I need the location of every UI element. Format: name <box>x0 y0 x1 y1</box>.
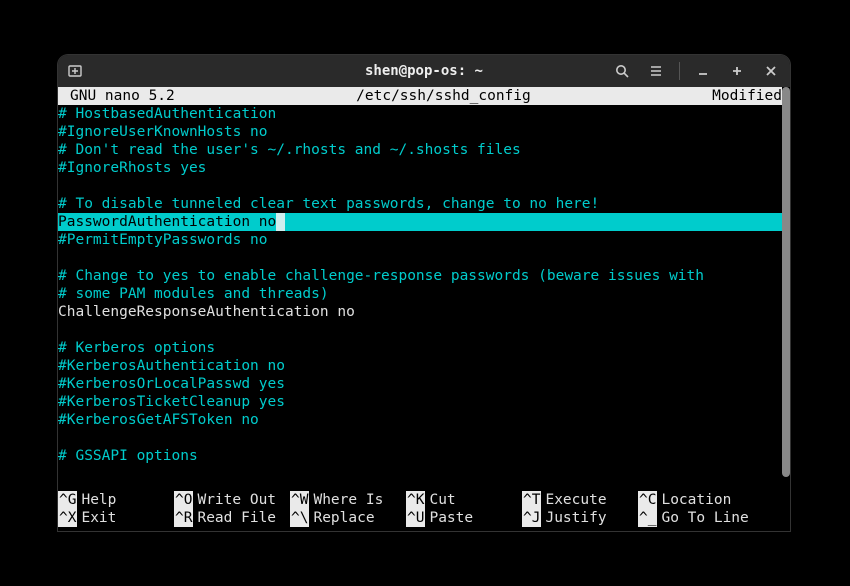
scrollbar[interactable] <box>782 87 790 531</box>
help-item-cut: ^KCut <box>406 491 522 509</box>
terminal-area[interactable]: GNU nano 5.2 /etc/ssh/sshd_config Modifi… <box>58 87 790 531</box>
nano-statusbar: GNU nano 5.2 /etc/ssh/sshd_config Modifi… <box>58 87 790 105</box>
window-title: shen@pop-os: ~ <box>58 63 790 79</box>
help-item-readfile: ^RRead File <box>174 509 290 527</box>
scroll-thumb[interactable] <box>782 87 790 477</box>
help-item-justify: ^JJustify <box>522 509 638 527</box>
code-line: # Don't read the user's ~/.rhosts and ~/… <box>58 141 790 159</box>
blank-line <box>58 321 790 339</box>
code-line: #KerberosAuthentication no <box>58 357 790 375</box>
code-line: #KerberosGetAFSToken no <box>58 411 790 429</box>
help-item-replace: ^\Replace <box>290 509 406 527</box>
terminal-window: shen@pop-os: ~ GNU nano 5.2 /etc/ssh/ssh… <box>58 55 790 531</box>
code-line: #IgnoreUserKnownHosts no <box>58 123 790 141</box>
blank-line <box>58 177 790 195</box>
cursor <box>276 213 285 231</box>
editor-content[interactable]: # HostbasedAuthentication #IgnoreUserKno… <box>58 105 790 465</box>
help-item-whereis: ^WWhere Is <box>290 491 406 509</box>
highlighted-line: PasswordAuthentication no <box>58 213 790 231</box>
highlight-fill <box>285 213 790 231</box>
code-line: # Kerberos options <box>58 339 790 357</box>
nano-modified-status: Modified <box>712 87 786 105</box>
code-line: # GSSAPI options <box>58 447 790 465</box>
code-line: # HostbasedAuthentication <box>58 105 790 123</box>
help-item-exit: ^XExit <box>58 509 174 527</box>
code-line: #PermitEmptyPasswords no <box>58 231 790 249</box>
help-item-writeout: ^OWrite Out <box>174 491 290 509</box>
help-item-paste: ^UPaste <box>406 509 522 527</box>
highlighted-text: PasswordAuthentication no <box>58 213 276 231</box>
nano-app-name: GNU nano 5.2 <box>62 87 175 105</box>
code-line: ChallengeResponseAuthentication no <box>58 303 790 321</box>
nano-helpbar: ^GHelp ^OWrite Out ^WWhere Is ^KCut ^TEx… <box>58 491 778 531</box>
code-line: # To disable tunneled clear text passwor… <box>58 195 790 213</box>
help-item-gotoline: ^_Go To Line <box>638 509 754 527</box>
code-line: # Change to yes to enable challenge-resp… <box>58 267 790 285</box>
help-item-location: ^CLocation <box>638 491 754 509</box>
help-item-execute: ^TExecute <box>522 491 638 509</box>
blank-line <box>58 249 790 267</box>
help-item-help: ^GHelp <box>58 491 174 509</box>
code-line: #IgnoreRhosts yes <box>58 159 790 177</box>
code-line: #KerberosTicketCleanup yes <box>58 393 790 411</box>
titlebar: shen@pop-os: ~ <box>58 55 790 87</box>
code-line: #KerberosOrLocalPasswd yes <box>58 375 790 393</box>
code-line: # some PAM modules and threads) <box>58 285 790 303</box>
nano-filename: /etc/ssh/sshd_config <box>175 87 712 105</box>
blank-line <box>58 429 790 447</box>
